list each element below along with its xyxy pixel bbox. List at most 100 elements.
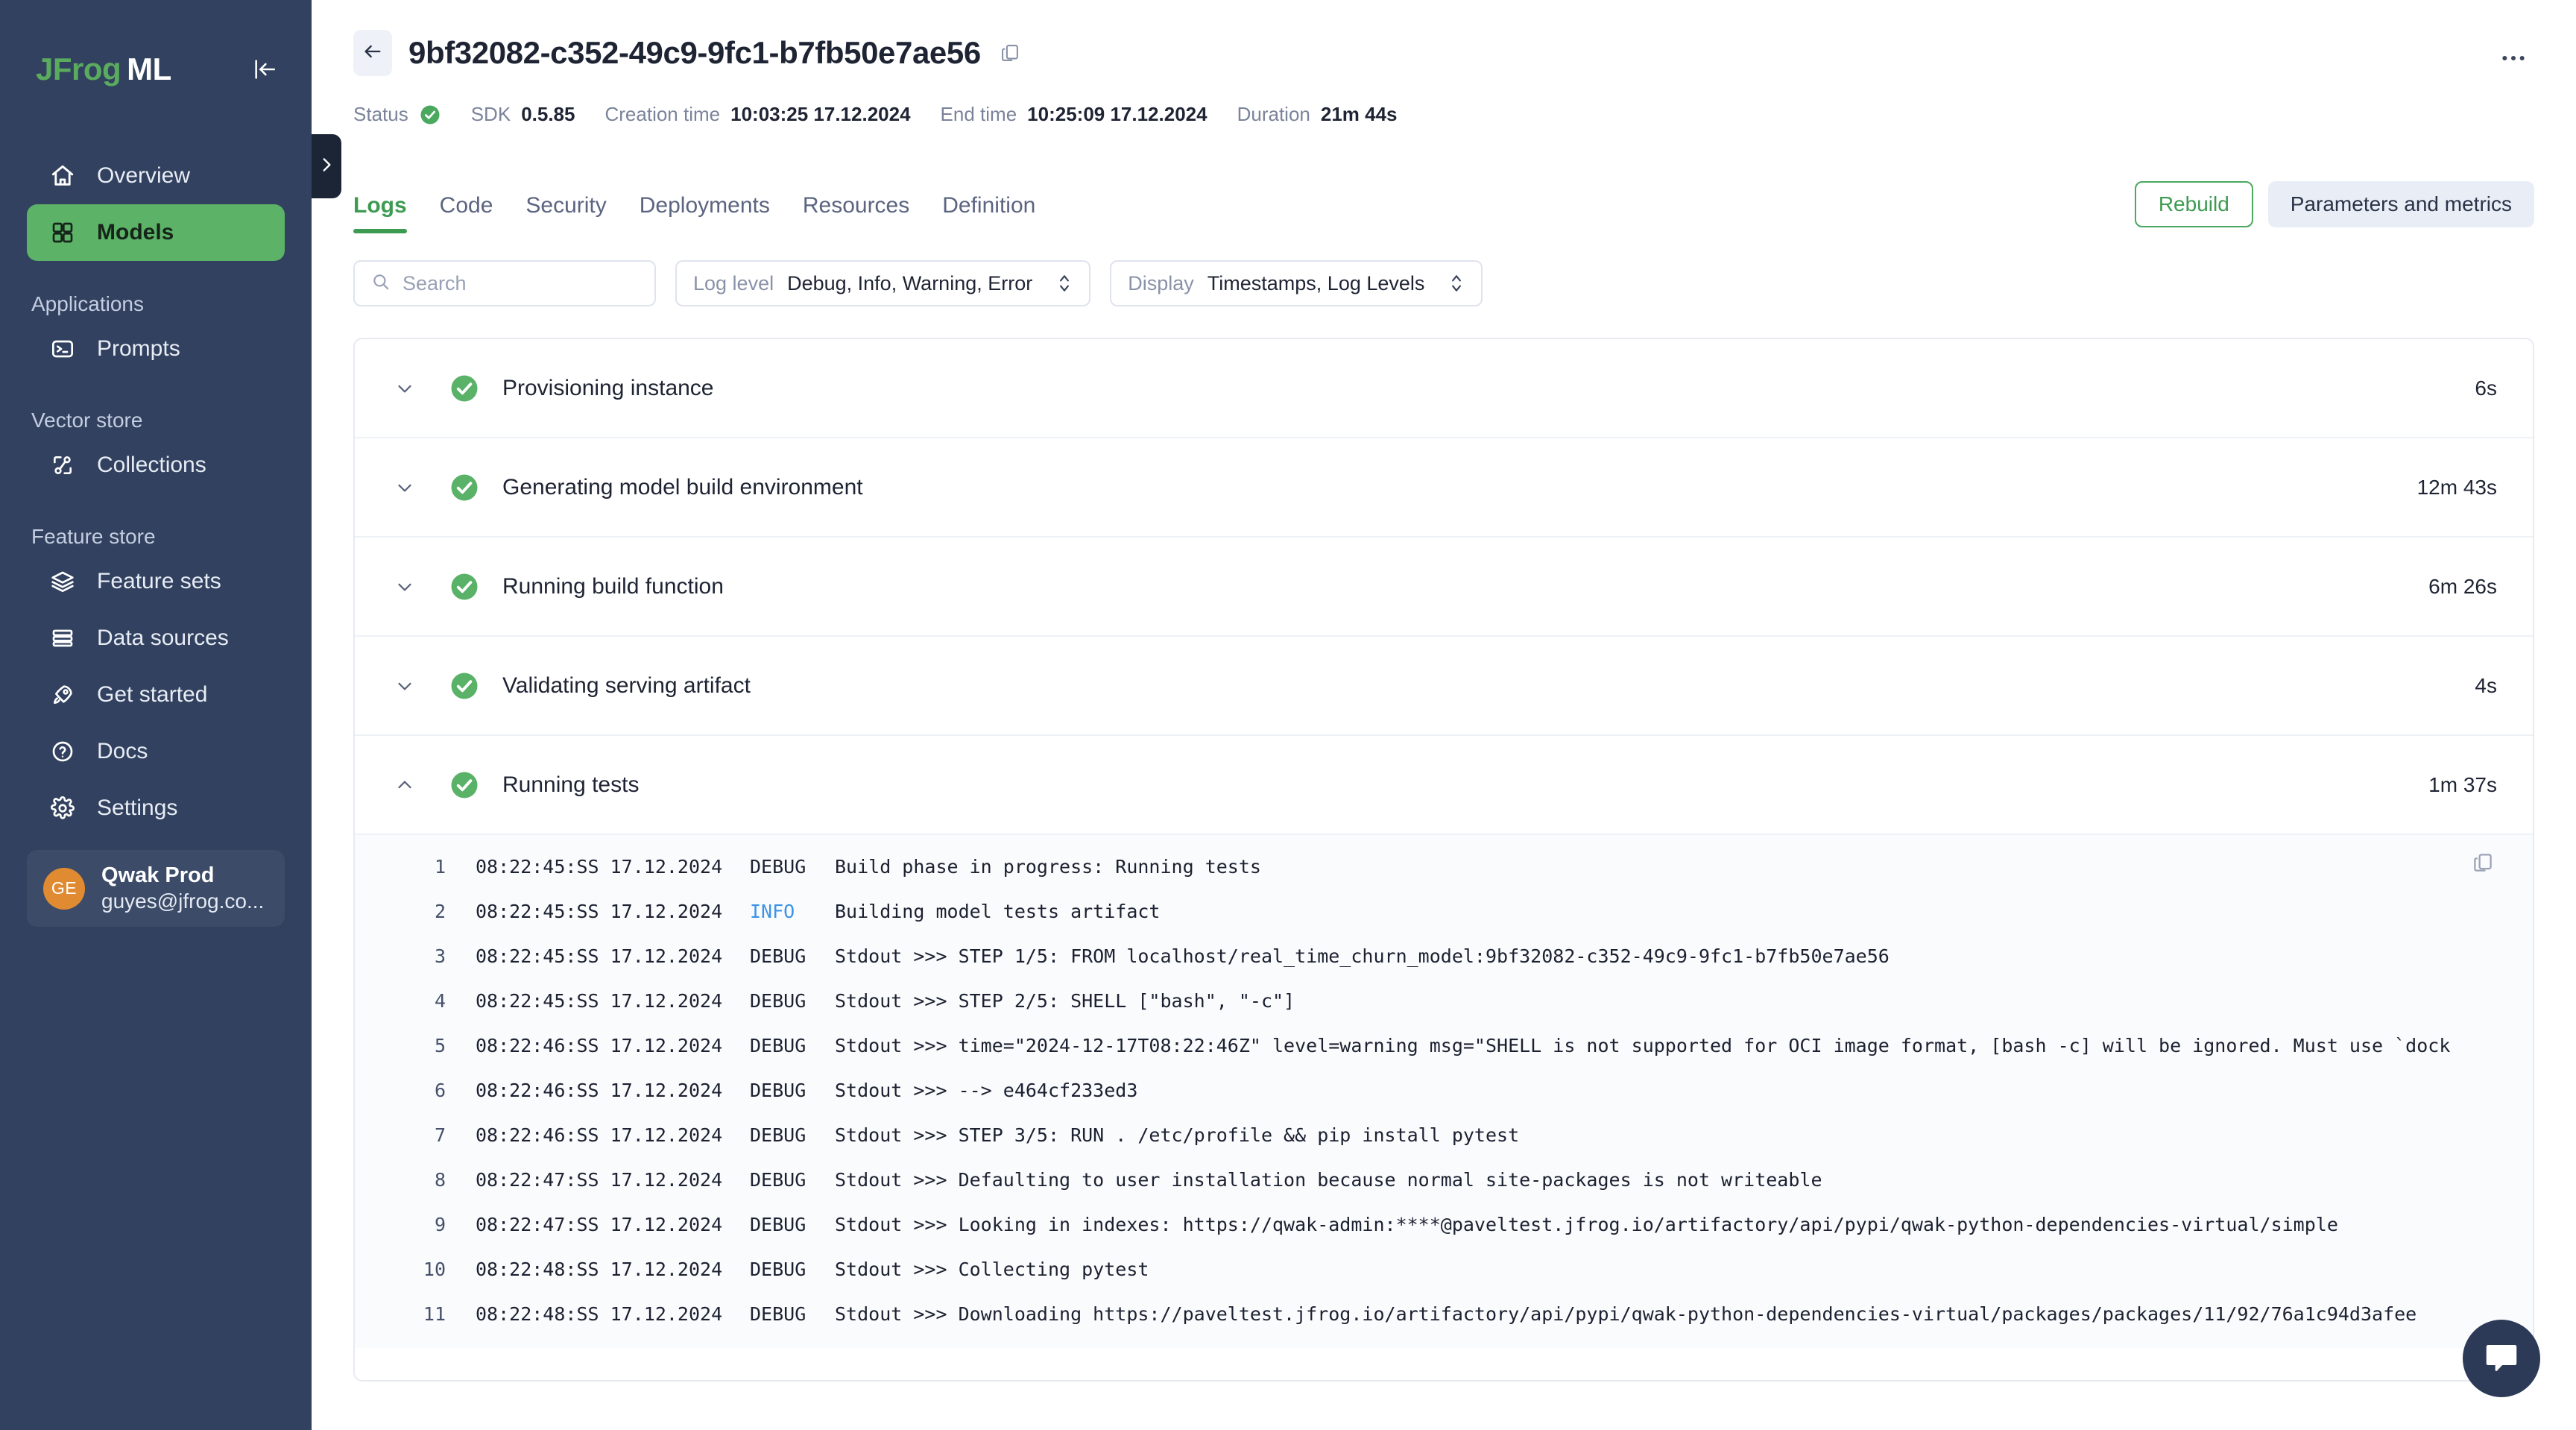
step-name: Provisioning instance: [502, 375, 714, 400]
sidebar-item-get-started[interactable]: Get started: [27, 667, 285, 723]
log-level-label: Log level: [693, 271, 774, 294]
chevron-down-icon[interactable]: [388, 377, 422, 400]
log-level: DEBUG: [750, 1035, 806, 1056]
sidebar-item-label: Data sources: [97, 626, 229, 650]
page-title: 9bf32082-c352-49c9-9fc1-b7fb50e7ae56: [408, 35, 981, 70]
step-name: Generating model build environment: [502, 474, 863, 500]
table-row[interactable]: Running tests 1m 37s: [355, 736, 2533, 835]
search-input[interactable]: [402, 271, 638, 295]
log-line: 9 08:22:47:SS 17.12.2024 DEBUG Stdout >>…: [355, 1214, 2533, 1259]
home-icon: [48, 161, 78, 191]
copy-icon[interactable]: [997, 40, 1023, 66]
avatar: GE: [43, 867, 85, 910]
log-line: 7 08:22:46:SS 17.12.2024 DEBUG Stdout >>…: [355, 1124, 2533, 1169]
check-circle-icon: [449, 670, 480, 702]
meta-label: End time: [940, 103, 1017, 125]
more-horizontal-icon[interactable]: [2493, 37, 2534, 79]
copy-logs-icon[interactable]: [2472, 851, 2497, 877]
log-timestamp: 08:22:47:SS 17.12.2024: [476, 1169, 723, 1191]
log-line: 3 08:22:45:SS 17.12.2024 DEBUG Stdout >>…: [355, 945, 2533, 990]
log-console: 1 08:22:45:SS 17.12.2024 DEBUG Build pha…: [355, 835, 2533, 1348]
tab-definition[interactable]: Definition: [926, 193, 1052, 233]
log-line-number: 5: [434, 1035, 446, 1056]
log-message: Stdout >>> STEP 1/5: FROM localhost/real…: [835, 945, 1890, 967]
log-level-select[interactable]: Log level Debug, Info, Warning, Error: [675, 260, 1091, 306]
log-timestamp: 08:22:45:SS 17.12.2024: [476, 901, 723, 922]
collapse-panel-icon[interactable]: [247, 52, 282, 86]
rebuild-button[interactable]: Rebuild: [2134, 181, 2253, 227]
log-timestamp: 08:22:48:SS 17.12.2024: [476, 1303, 723, 1325]
log-timestamp: 08:22:46:SS 17.12.2024: [476, 1035, 723, 1056]
meta-value: 10:03:25 17.12.2024: [730, 103, 911, 125]
log-message: Stdout >>> STEP 2/5: SHELL ["bash", "-c"…: [835, 990, 1295, 1012]
meta-value: 0.5.85: [521, 103, 575, 125]
chevron-up-icon[interactable]: [388, 774, 422, 796]
display-value: Timestamps, Log Levels: [1207, 271, 1425, 294]
log-message: Build phase in progress: Running tests: [835, 856, 1261, 878]
log-line-number: 11: [423, 1303, 446, 1325]
meta-creation-time: Creation time 10:03:25 17.12.2024: [604, 103, 910, 126]
log-line: 10 08:22:48:SS 17.12.2024 DEBUG Stdout >…: [355, 1259, 2533, 1303]
sidebar-item-data-sources[interactable]: Data sources: [27, 610, 285, 667]
table-row[interactable]: Validating serving artifact 4s: [355, 637, 2533, 736]
log-line-number: 1: [434, 856, 446, 878]
tab-code[interactable]: Code: [423, 193, 510, 233]
sidebar-item-docs[interactable]: Docs: [27, 723, 285, 780]
log-line-number: 8: [434, 1169, 446, 1191]
meta-value: 21m 44s: [1320, 103, 1398, 125]
sidebar-item-label: Models: [97, 220, 174, 245]
tab-logs[interactable]: Logs: [353, 193, 423, 233]
log-timestamp: 08:22:45:SS 17.12.2024: [476, 945, 723, 967]
sidebar-item-label: Prompts: [97, 336, 180, 361]
page-header: 9bf32082-c352-49c9-9fc1-b7fb50e7ae56 Sta…: [312, 0, 2576, 126]
back-button[interactable]: [353, 30, 392, 76]
tab-deployments[interactable]: Deployments: [623, 193, 786, 233]
log-level: DEBUG: [750, 856, 806, 878]
log-timestamp: 08:22:46:SS 17.12.2024: [476, 1124, 723, 1146]
sidebar-group-title-vector-store: Vector store: [31, 409, 143, 432]
chat-bubble-icon[interactable]: [2463, 1320, 2540, 1397]
sidebar-group-title-applications: Applications: [31, 292, 144, 315]
meta-end-time: End time 10:25:09 17.12.2024: [941, 103, 1208, 126]
search-icon: [371, 272, 391, 295]
log-line: 11 08:22:48:SS 17.12.2024 DEBUG Stdout >…: [355, 1303, 2533, 1348]
sidebar-item-label: Collections: [97, 453, 206, 477]
meta-label: Duration: [1237, 103, 1310, 125]
log-level-value: Debug, Info, Warning, Error: [787, 271, 1033, 294]
step-duration: 1m 37s: [2428, 772, 2497, 796]
sidebar-item-collections[interactable]: Collections: [27, 437, 285, 494]
log-message: Stdout >>> Defaulting to user installati…: [835, 1169, 1822, 1191]
chevron-down-icon[interactable]: [388, 576, 422, 598]
sidebar-item-prompts[interactable]: Prompts: [27, 321, 285, 377]
sidebar-item-models[interactable]: Models: [27, 204, 285, 261]
sidebar-brand-row: JFrog ML: [0, 43, 312, 95]
table-row[interactable]: Running build function 6m 26s: [355, 538, 2533, 637]
sidebar-item-feature-sets[interactable]: Feature sets: [27, 553, 285, 610]
user-email: guyes@jfrog.co...: [101, 889, 265, 913]
log-message: Stdout >>> Collecting pytest: [835, 1259, 1149, 1280]
build-meta-row: Status SDK 0.5.85 Creation time 10:03:25…: [353, 103, 2534, 126]
tab-resources[interactable]: Resources: [786, 193, 926, 233]
sidebar-item-settings[interactable]: Settings: [27, 780, 285, 837]
chevron-down-icon[interactable]: [388, 476, 422, 499]
sidebar-item-overview[interactable]: Overview: [27, 148, 285, 204]
expand-panel-handle[interactable]: [312, 134, 341, 198]
tabs-bar: Logs Code Security Deployments Resources…: [312, 181, 2576, 233]
search-box[interactable]: [353, 260, 656, 306]
display-label: Display: [1128, 271, 1194, 294]
chevron-updown-icon: [1448, 271, 1465, 296]
log-message: Stdout >>> --> e464cf233ed3: [835, 1080, 1138, 1101]
chevron-down-icon[interactable]: [388, 675, 422, 697]
tab-security[interactable]: Security: [509, 193, 622, 233]
app-root: JFrog ML Overview Models Applications Pr…: [0, 0, 2576, 1430]
log-filters: Log level Debug, Info, Warning, Error Di…: [312, 233, 2576, 306]
display-select[interactable]: Display Timestamps, Log Levels: [1110, 260, 1483, 306]
user-account-card[interactable]: GE Qwak Prod guyes@jfrog.co...: [27, 850, 285, 927]
parameters-and-metrics-button[interactable]: Parameters and metrics: [2267, 181, 2534, 227]
log-line-number: 7: [434, 1124, 446, 1146]
log-level: DEBUG: [750, 1124, 806, 1146]
table-row[interactable]: Provisioning instance 6s: [355, 339, 2533, 438]
meta-label: Creation time: [604, 103, 721, 125]
step-name: Validating serving artifact: [502, 673, 751, 698]
table-row[interactable]: Generating model build environment 12m 4…: [355, 438, 2533, 538]
